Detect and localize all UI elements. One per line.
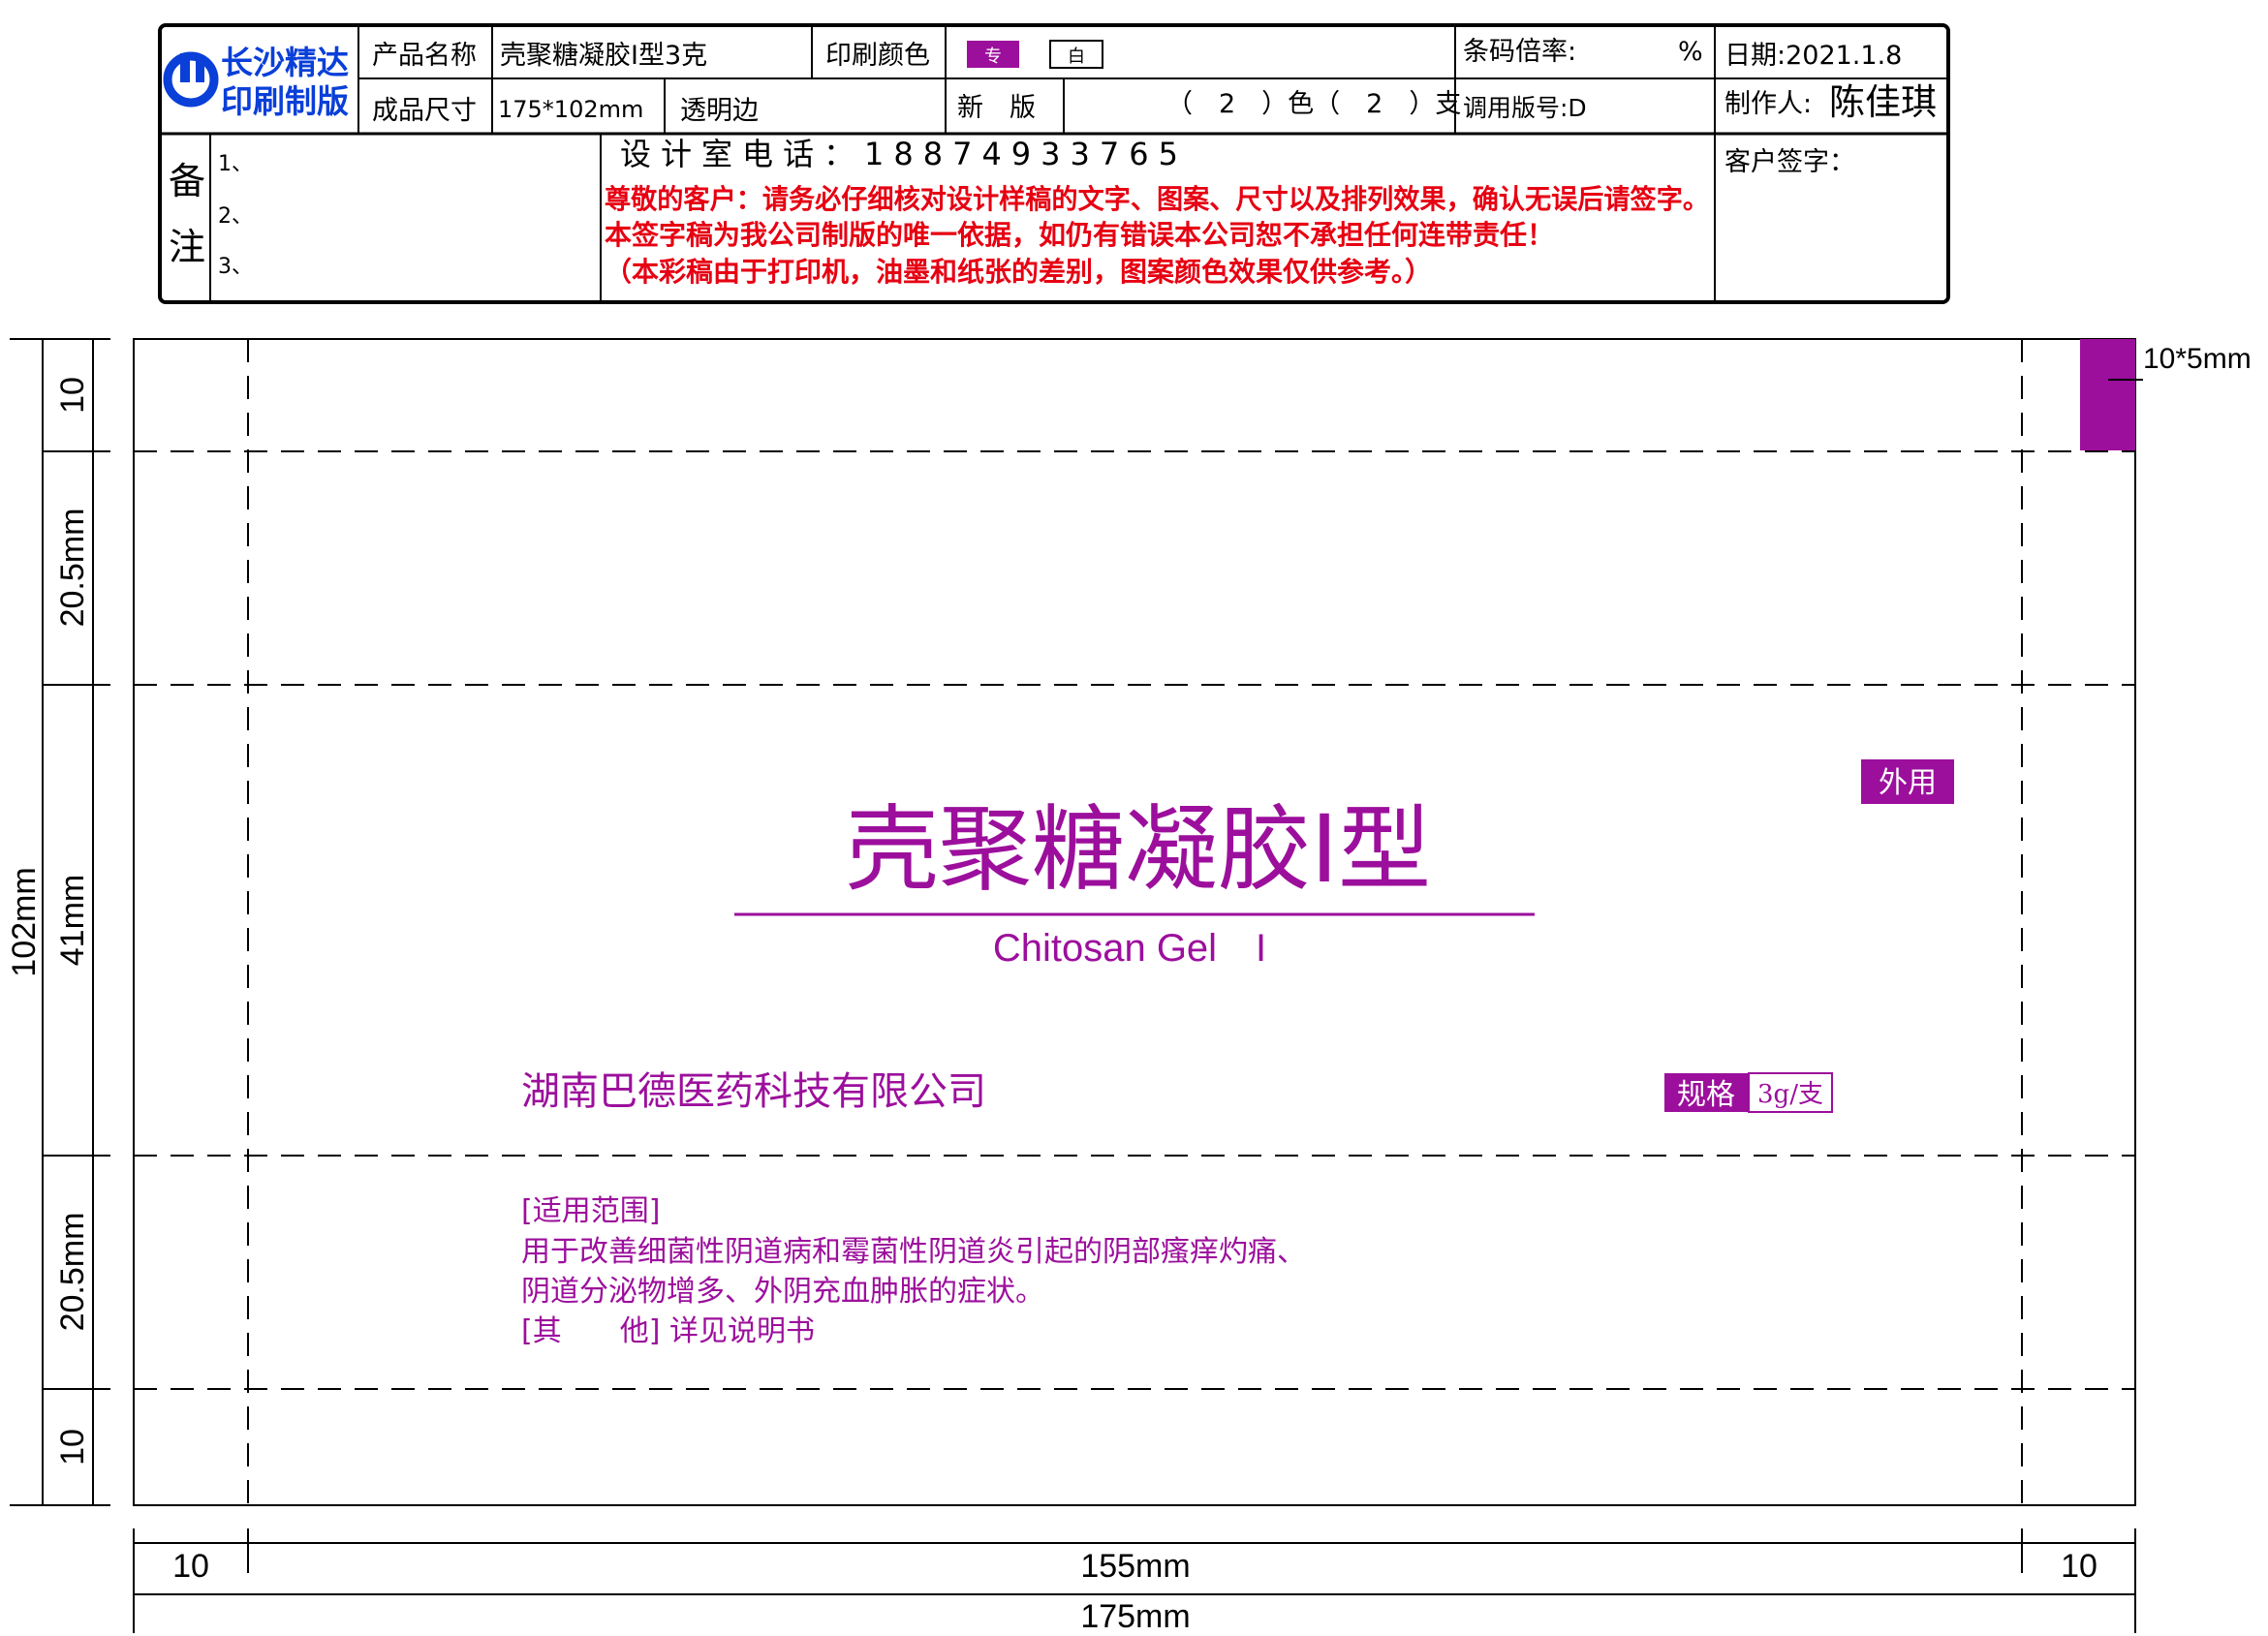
fold-guides xyxy=(134,339,2135,1505)
header-table: 长沙精达 印刷制版 产品名称 壳聚糖凝胶I型3克 印刷颜色 专 白 条码倍率: … xyxy=(158,23,1950,304)
warning-line-2: 本签字稿为我公司制版的唯一依据，如仍有错误本公司恕不承担任何连带责任！ xyxy=(605,219,1554,251)
design-room-phone: 设计室电话：18874933765 xyxy=(620,136,1188,172)
note-2: 2、 xyxy=(218,204,253,229)
scope-heading: [适用范围] xyxy=(521,1194,660,1228)
product-title-en: Chitosan Gel I xyxy=(993,927,1266,970)
logo-line-2: 印刷制版 xyxy=(221,82,349,120)
logo-line-1: 长沙精达 xyxy=(221,44,349,81)
size-label: 成品尺寸 xyxy=(372,96,477,126)
company-logo: 长沙精达 印刷制版 xyxy=(163,44,349,120)
label-outline xyxy=(133,338,2136,1506)
maker-label: 制作人: xyxy=(1724,89,1812,119)
horizontal-dimension-labels: 10 155mm 10 175mm xyxy=(172,1548,2097,1635)
segment-lower-label: 20.5mm xyxy=(54,1213,91,1332)
spec-value: 3g/支 xyxy=(1757,1080,1823,1109)
other-line: [其 他] 详见说明书 xyxy=(521,1314,815,1348)
swatch-size-label: 10*5mm xyxy=(2143,343,2252,375)
note-3: 3、 xyxy=(218,255,253,279)
print-color-label: 印刷颜色 xyxy=(825,41,930,71)
width-center-label: 155mm xyxy=(1080,1548,1190,1585)
warning-line-1: 尊敬的客户：请务必仔细核对设计样稿的文字、图案、尺寸以及排列效果，确认无误后请签… xyxy=(605,183,1709,215)
product-name-label: 产品名称 xyxy=(372,41,477,71)
notes-label-2: 注 xyxy=(169,226,205,268)
company-logo-icon xyxy=(163,51,219,108)
color-swatch xyxy=(2080,339,2135,450)
segment-middle-label: 41mm xyxy=(54,875,91,966)
product-name-value: 壳聚糖凝胶I型3克 xyxy=(500,41,707,71)
proof-sheet: 长沙精达 印刷制版 产品名称 壳聚糖凝胶I型3克 印刷颜色 专 白 条码倍率: … xyxy=(6,23,2252,1635)
total-height-label: 102mm xyxy=(6,867,43,976)
notes-label-1: 备 xyxy=(169,160,205,202)
vertical-dimension-labels: 102mm 10 20.5mm 41mm 20.5mm 10 xyxy=(6,377,91,1466)
scope-line-2: 阴道分泌物增多、外阴充血肿胀的症状。 xyxy=(521,1275,1044,1309)
barcode-ratio-unit: % xyxy=(1678,37,1703,67)
customer-signature-label: 客户签字： xyxy=(1724,147,1855,177)
segment-upper-label: 20.5mm xyxy=(54,509,91,628)
company-name: 湖南巴德医药科技有限公司 xyxy=(521,1069,986,1114)
plate-number: 调用版号:D xyxy=(1463,94,1587,122)
date-label: 日期:2021.1.8 xyxy=(1724,41,1902,71)
new-plate-label: 新 版 xyxy=(957,93,1036,123)
product-title-cn: 壳聚糖凝胶I型 xyxy=(846,795,1431,904)
label-artwork: 10*5mm 外用 壳聚糖凝胶I型 Chitosan Gel I 湖南巴德医药科… xyxy=(133,338,2252,1506)
colors-value: （ 2 ）色（ 2 ）支 xyxy=(1166,89,1461,119)
note-1: 1、 xyxy=(218,152,253,176)
width-right-label: 10 xyxy=(2061,1548,2097,1585)
segment-bottom-label: 10 xyxy=(54,1429,91,1466)
segment-top-label: 10 xyxy=(54,377,91,414)
maker-name: 陈佳琪 xyxy=(1829,81,1937,123)
spec-label: 规格 xyxy=(1677,1078,1735,1112)
size-value: 175*102mm xyxy=(498,96,643,123)
color-chip-special-label: 专 xyxy=(984,46,1002,67)
edge-value: 透明边 xyxy=(680,96,759,126)
barcode-ratio-label: 条码倍率: xyxy=(1463,37,1576,67)
total-width-label: 175mm xyxy=(1080,1598,1190,1635)
scope-line-1: 用于改善细菌性阴道病和霉菌性阴道炎引起的阴部瘙痒灼痛、 xyxy=(521,1235,1306,1269)
width-left-label: 10 xyxy=(172,1548,209,1585)
color-chip-white-label: 白 xyxy=(1068,46,1085,67)
warning-line-3: （本彩稿由于打印机，油墨和纸张的差别，图案颜色效果仅供参考。） xyxy=(605,256,1432,288)
external-use-label: 外用 xyxy=(1879,766,1937,800)
